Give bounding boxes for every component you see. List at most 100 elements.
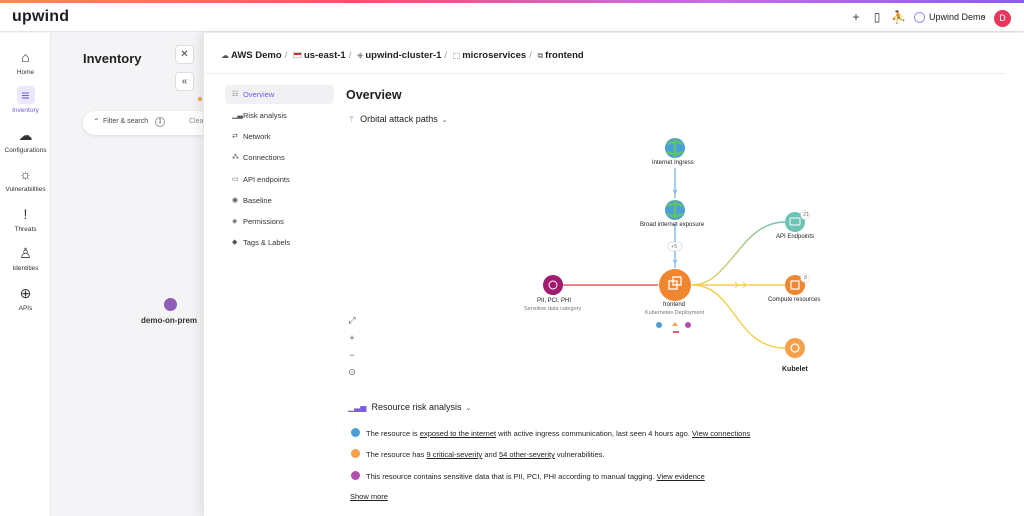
frontend-sublabel: Kubernetes Deployment xyxy=(645,310,705,316)
close-icon: ✕ xyxy=(180,49,189,60)
shield-icon: ◈ xyxy=(232,218,238,225)
tab-label: Tags & Labels xyxy=(243,238,291,247)
baseline-icon: ◉ xyxy=(232,197,239,204)
tab-overview[interactable]: ☷ Overview xyxy=(225,85,334,104)
status-dot xyxy=(198,97,202,101)
risk-text: The resource is xyxy=(366,429,420,438)
logo-text: upwind xyxy=(12,8,70,25)
fit-view-icon[interactable]: ⤢ xyxy=(346,314,358,326)
tab-label: Connections xyxy=(243,153,285,162)
nav-item-home[interactable]: ⌂ Home xyxy=(0,48,51,76)
breadcrumb-item[interactable]: microservices xyxy=(462,50,526,61)
api-icon: ▭ xyxy=(232,176,239,183)
risk-text: The resource has xyxy=(366,450,427,459)
other-severity-link[interactable]: 54 other-severity xyxy=(499,450,555,459)
tab-label: API endpoints xyxy=(243,175,290,184)
nav-item-inventory[interactable]: ≡ Inventory xyxy=(0,86,51,114)
tab-label: Risk analysis xyxy=(243,111,287,120)
tab-permissions[interactable]: ◈ Permissions xyxy=(225,212,334,231)
breadcrumb-item: frontend xyxy=(545,50,584,61)
attack-paths-header[interactable]: ⚚ Orbital attack paths ⌄ xyxy=(348,114,448,124)
breadcrumb-item[interactable]: upwind-cluster-1 xyxy=(365,50,441,61)
list-icon: ≡ xyxy=(16,86,35,104)
filter-search-box[interactable]: ⌃ Filter & search 1 Clea xyxy=(83,111,213,135)
chevron-down-icon[interactable]: ⌄ xyxy=(980,11,987,20)
tab-api-endpoints[interactable]: ▭ API endpoints xyxy=(225,170,334,189)
severity-mini-icon xyxy=(673,331,679,333)
globe-icon xyxy=(351,428,360,437)
recenter-icon[interactable]: ⊙ xyxy=(346,366,358,378)
page-title: Inventory xyxy=(83,51,142,66)
risk-analysis-header[interactable]: ▁▃▅ Resource risk analysis ⌄ xyxy=(348,402,471,412)
api-endpoints-label: API Endpoints xyxy=(776,234,815,240)
view-connections-link[interactable]: View connections xyxy=(692,429,750,438)
pii-sublabel: Sensitive data category xyxy=(524,306,582,312)
pii-node-icon[interactable] xyxy=(543,275,563,295)
us-flag-icon xyxy=(292,52,302,59)
vulnerability-icon xyxy=(351,449,360,458)
deployment-icon: ⧉ xyxy=(537,51,544,60)
api-count-badge: 21 xyxy=(803,212,810,218)
app-logo[interactable]: upwind xyxy=(12,8,69,26)
plus-count-text: +5 xyxy=(671,244,678,250)
nav-item-apis[interactable]: ⊕ APIs xyxy=(0,284,51,312)
breadcrumb: ☁ AWS Demo / us-east-1/ ⎈ upwind-cluster-1/… xyxy=(221,50,584,61)
nav-label: Identities xyxy=(12,265,39,272)
exposed-link[interactable]: exposed to the internet xyxy=(420,429,496,438)
attack-paths-title: Orbital attack paths xyxy=(360,114,438,124)
graph-node-demo-on-prem[interactable] xyxy=(164,298,177,311)
critical-severity-link[interactable]: 9 critical-severity xyxy=(426,450,482,459)
tab-network[interactable]: ⇄ Network xyxy=(225,127,334,146)
edge-frontend-kubelet xyxy=(691,284,786,349)
user-name[interactable]: Upwind Demo xyxy=(929,12,986,22)
add-icon[interactable]: + xyxy=(849,10,863,24)
user-icon: ♙ xyxy=(19,245,32,261)
cloud-icon: ☁ xyxy=(18,127,33,143)
tab-tags-labels[interactable]: ◆ Tags & Labels xyxy=(225,233,334,252)
avatar[interactable]: D xyxy=(994,10,1011,27)
bars-icon: ▁▃▅ xyxy=(348,403,367,412)
swap-icon: ⇄ xyxy=(232,133,238,140)
compute-count-badge: 8 xyxy=(804,275,808,281)
risk-text: vulnerabilities. xyxy=(554,450,605,459)
breadcrumb-item[interactable]: us-east-1 xyxy=(304,50,346,61)
zoom-in-icon[interactable]: + xyxy=(346,332,358,344)
nav-label: Vulnerabilities xyxy=(5,186,46,193)
broad-exposure-label: Broad internet exposure xyxy=(640,222,705,228)
risk-text: This resource contains sensitive data th… xyxy=(366,472,657,481)
risk-item-exposure: The resource is exposed to the internet … xyxy=(351,428,750,438)
kubelet-label: Kubelet xyxy=(782,366,808,373)
nav-item-configurations[interactable]: ☁ Configurations xyxy=(0,126,51,154)
view-evidence-link[interactable]: View evidence xyxy=(657,472,705,481)
tag-icon: ◆ xyxy=(232,239,238,246)
clear-filter-link[interactable]: Clea xyxy=(189,118,203,125)
risk-item-sensitive-data: This resource contains sensitive data th… xyxy=(351,471,705,481)
globe-icon: ⊕ xyxy=(19,285,32,301)
tab-label: Overview xyxy=(243,90,275,99)
tab-connections[interactable]: ⁂ Connections xyxy=(225,148,334,167)
tab-risk-analysis[interactable]: ▁▃ Risk analysis xyxy=(225,106,334,125)
nav-item-identities[interactable]: ♙ Identities xyxy=(0,244,51,272)
edge-frontend-api xyxy=(691,221,786,286)
kubelet-node-icon[interactable] xyxy=(785,338,805,358)
filter-count-badge: 1 xyxy=(155,117,165,127)
whats-new-icon[interactable]: ⛹ xyxy=(891,10,906,24)
nav-item-vulnerabilities[interactable]: ☼ Vulnerabilities xyxy=(0,165,51,193)
tab-label: Network xyxy=(243,132,271,141)
breadcrumb-item[interactable]: AWS Demo xyxy=(231,50,282,61)
internet-mini-icon xyxy=(656,322,662,328)
close-drawer-button[interactable]: ✕ xyxy=(175,45,194,64)
inventory-panel xyxy=(52,33,212,516)
internet-ingress-label: Internet Ingress xyxy=(652,160,694,166)
zoom-out-icon[interactable]: − xyxy=(346,349,358,361)
chevron-up-icon: ⌃ xyxy=(93,117,100,126)
tab-baseline[interactable]: ◉ Baseline xyxy=(225,191,334,210)
brain-icon xyxy=(351,471,360,480)
show-more-link[interactable]: Show more xyxy=(350,492,388,501)
nav-item-threats[interactable]: ! Threats xyxy=(0,205,51,233)
risk-analysis-title: Resource risk analysis xyxy=(371,402,462,412)
tree-icon: ⚚ xyxy=(348,115,356,124)
left-nav: ⌂ Home ≡ Inventory ☁ Configurations ☼ Vulner… xyxy=(0,33,51,516)
collapse-button[interactable]: « xyxy=(175,72,194,91)
docs-icon[interactable]: ▯ xyxy=(870,10,884,24)
